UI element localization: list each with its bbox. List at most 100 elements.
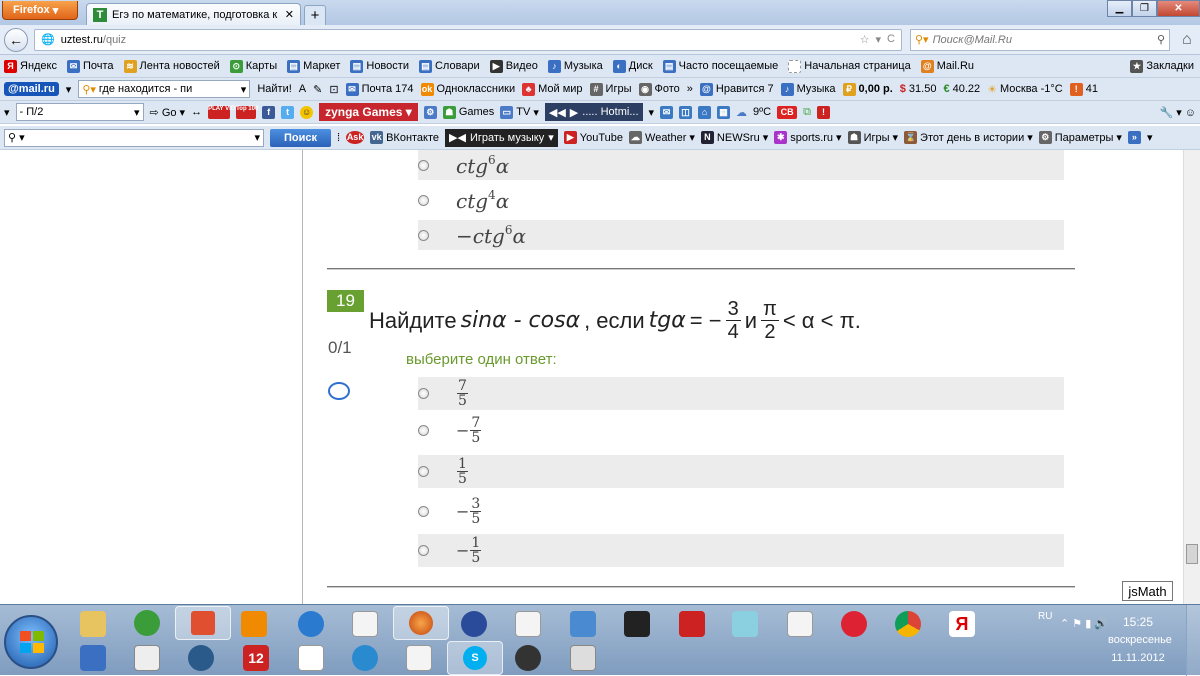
toolbar-photo[interactable]: ◉ Фото <box>638 82 680 96</box>
prev-option-3[interactable]: −ctg6α <box>418 220 1064 250</box>
facebook-icon[interactable]: f <box>262 105 276 119</box>
quicktime-icon[interactable] <box>352 645 378 671</box>
toolbar-eur[interactable]: €40.22 <box>943 83 980 95</box>
document-icon[interactable] <box>787 611 813 637</box>
show-desktop-button[interactable] <box>1186 605 1200 676</box>
toolbar-games[interactable]: ☗ Игры ▾ <box>847 131 898 144</box>
prev-option-1[interactable]: ctg6α <box>418 150 1064 180</box>
utorrent-icon[interactable] <box>134 610 160 636</box>
document-icon[interactable] <box>352 611 378 637</box>
calendar-icon[interactable]: ▦ <box>717 105 731 119</box>
toolbar-music[interactable]: ♪ Музыка <box>780 82 836 96</box>
radio-button[interactable] <box>418 545 429 556</box>
toolbar-search-input[interactable]: ⚲ ▾ ▾ <box>4 128 264 147</box>
twitter-icon[interactable]: t <box>281 105 295 119</box>
network-icon[interactable] <box>570 611 596 637</box>
scrollbar[interactable] <box>1183 150 1200 604</box>
bookmark-dictionaries[interactable]: ▤ Словари <box>418 59 480 73</box>
dropdown-icon[interactable]: ▾ <box>876 33 882 46</box>
restore-icon[interactable]: ❐ <box>1132 0 1157 17</box>
search-button[interactable]: Поиск <box>270 128 332 147</box>
toolbar-mail[interactable]: ✉ Почта 174 <box>345 82 414 96</box>
nfs-game-icon[interactable] <box>624 611 650 637</box>
addon-icon[interactable]: ⧉ <box>803 106 811 119</box>
bookmark-news-feed[interactable]: ≋ Лента новостей <box>123 59 220 73</box>
bookmark-news[interactable]: ▤ Новости <box>350 59 409 73</box>
apps-icon[interactable]: ⚙ <box>423 105 437 119</box>
home-icon[interactable]: ⌂ <box>1182 31 1192 49</box>
ccleaner-icon[interactable] <box>841 611 867 637</box>
chrome-icon[interactable] <box>895 611 921 637</box>
clock[interactable]: 15:25 воскресенье 11.11.2012 <box>1108 613 1172 667</box>
tray-icons[interactable]: ⌃ ⚑ ▮ 🔊 <box>1060 617 1108 630</box>
toolbar-weather[interactable]: ☁ Weather ▾ <box>629 131 695 144</box>
toolbar-tv-button[interactable]: ▭ TV ▾ <box>500 105 539 119</box>
start-button[interactable] <box>4 615 58 669</box>
dropdown-icon[interactable]: ▾ <box>649 106 655 119</box>
explorer-icon[interactable] <box>80 611 106 637</box>
media-player[interactable]: ◀◀ ▶..... Hotmi... <box>544 103 643 121</box>
dropdown-icon[interactable]: ▾ <box>1147 131 1153 144</box>
font-icon[interactable]: A <box>299 83 306 95</box>
chat-icon[interactable]: ◫ <box>679 105 693 119</box>
toolbar-money[interactable]: ₽0,00 р. <box>842 82 893 96</box>
toolbar-settings[interactable]: ⚙ Параметры ▾ <box>1038 131 1122 144</box>
arrows-icon[interactable]: ↔ <box>191 106 202 118</box>
bookmark-disk[interactable]: ◐ Диск <box>612 59 653 73</box>
back-button[interactable]: ← <box>4 27 28 52</box>
toolbar-newsru[interactable]: N NEWSru ▾ <box>700 131 768 144</box>
reload-icon[interactable]: C <box>887 33 895 46</box>
answer-option-5[interactable]: −1 5 <box>418 534 1064 567</box>
bookmark-mailru[interactable]: @ Mail.Ru <box>920 59 974 73</box>
minimize-icon[interactable]: ▁ <box>1107 0 1132 17</box>
toolbar-sportsru[interactable]: ✱ sports.ru ▾ <box>774 131 842 144</box>
internet-explorer-icon[interactable] <box>298 611 324 637</box>
app-icon[interactable] <box>515 645 541 671</box>
find-button[interactable]: Найти! <box>257 83 291 95</box>
more-icon[interactable]: » <box>687 83 693 95</box>
answer-option-3[interactable]: 15 <box>418 455 1064 488</box>
bookmark-yandex[interactable]: Я Яндекс <box>4 59 57 73</box>
radio-button[interactable] <box>418 194 429 206</box>
star-icon[interactable]: ☆ <box>860 33 870 46</box>
search-input[interactable]: ⚲▾ Поиск@Mail.Ru ⚲ <box>910 28 1170 51</box>
app-icon[interactable] <box>188 645 214 671</box>
bookmark-start-page[interactable]: Начальная страница <box>788 59 911 73</box>
toolbar-usd[interactable]: $31.50 <box>900 83 937 95</box>
home-icon[interactable]: ⌂ <box>698 105 712 119</box>
radio-button[interactable] <box>418 388 429 399</box>
bookmark-maps[interactable]: ⊙ Карты <box>229 59 277 73</box>
go-button[interactable]: ⇨ Go ▾ <box>150 106 186 119</box>
close-tab-icon[interactable]: ✕ <box>285 8 294 21</box>
more-icon[interactable]: » <box>1127 131 1141 144</box>
toolbar-notifications[interactable]: ! 41 <box>1069 82 1098 96</box>
radio-button[interactable] <box>418 229 429 241</box>
toolbar-this-day[interactable]: ⌛ Этот день в истории ▾ <box>904 131 1033 144</box>
toolbar-field[interactable]: - П/2 ▾ <box>15 103 144 121</box>
bookmark-music[interactable]: ♪ Музыка <box>547 59 603 73</box>
blank-page-icon[interactable] <box>298 645 324 671</box>
document-icon[interactable] <box>515 611 541 637</box>
answer-option-2[interactable]: −7 5 <box>418 414 1064 447</box>
close-window-icon[interactable]: ✕ <box>1157 0 1200 17</box>
toolbar-vkontakte[interactable]: vk ВКонтакте <box>370 131 439 144</box>
play-music-button[interactable]: ▶◀ Играть музыку ▾ <box>445 128 558 147</box>
radio-button[interactable] <box>418 159 429 171</box>
calculator-icon[interactable] <box>570 645 596 671</box>
top100-icon[interactable]: Top 100 <box>236 105 258 119</box>
firefox-menu-button[interactable]: Firefox ▾ <box>2 1 78 20</box>
bookmark-video[interactable]: ▶ Видео <box>489 59 538 73</box>
mailru-logo[interactable]: @mail.ru <box>4 82 59 96</box>
alert-icon[interactable]: ! <box>816 105 830 119</box>
toolbar-games-button[interactable]: ☗ Games <box>442 105 494 119</box>
toolbar-weather[interactable]: ☀ Москва -1°С <box>987 83 1063 96</box>
bookmarks-menu[interactable]: ★ Закладки <box>1130 59 1194 73</box>
smiley-icon[interactable]: ☺ <box>300 105 314 119</box>
weather-icon[interactable]: ☁ <box>736 106 747 119</box>
yandex-icon[interactable]: Я <box>949 611 975 637</box>
radio-button[interactable] <box>418 506 429 517</box>
cube-icon[interactable] <box>732 611 758 637</box>
window-icon[interactable] <box>134 645 160 671</box>
dropdown-icon[interactable]: ▾ <box>66 83 72 96</box>
taskbar-app-active[interactable] <box>175 606 231 640</box>
